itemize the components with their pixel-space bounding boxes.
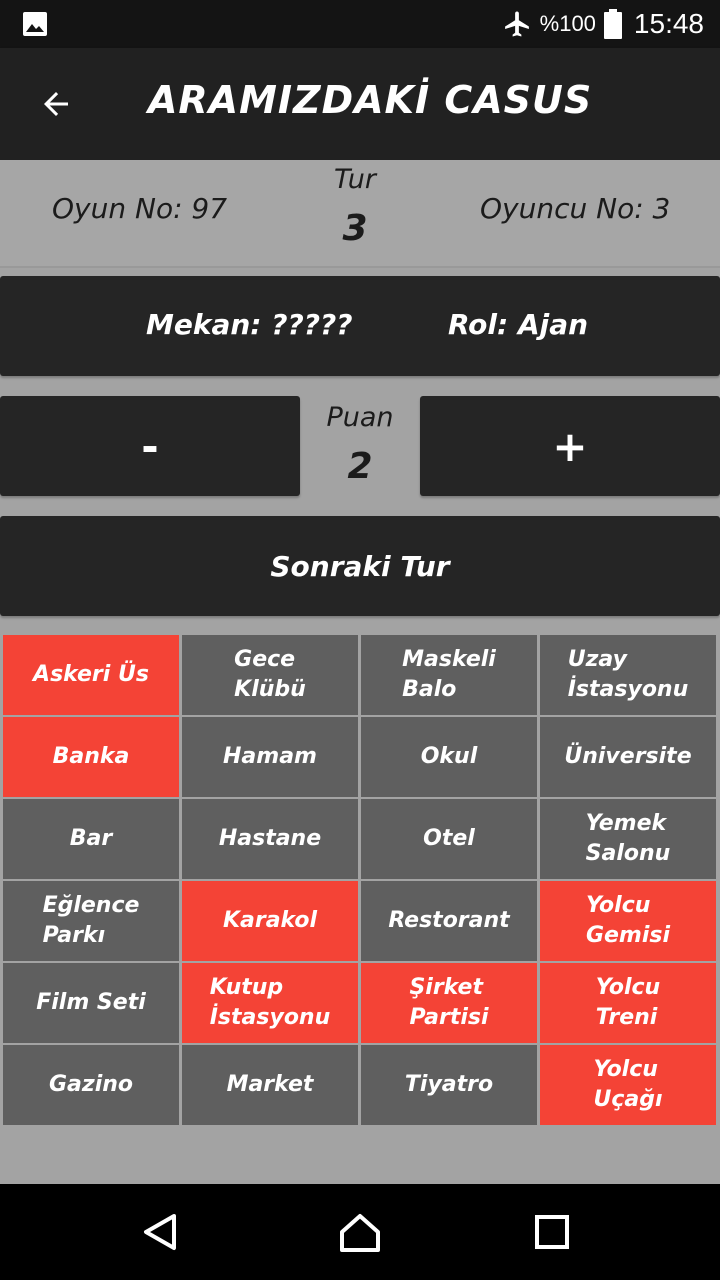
- location-cell[interactable]: Yemek Salonu: [540, 799, 716, 879]
- location-cell[interactable]: Banka: [3, 717, 179, 797]
- location-cell[interactable]: Yolcu Uçağı: [540, 1045, 716, 1125]
- game-info-row: Oyun No: 97 Tur 3 Oyuncu No: 3: [0, 160, 720, 268]
- battery-percentage: %100: [539, 11, 596, 36]
- round-value: 3: [342, 208, 368, 249]
- location-cell[interactable]: Gazino: [3, 1045, 179, 1125]
- increase-score-button[interactable]: +: [420, 396, 720, 496]
- game-number: Oyun No: 97: [52, 192, 228, 225]
- location-cell[interactable]: Eğlence Parkı: [3, 881, 179, 961]
- back-button[interactable]: [28, 76, 84, 132]
- location-label: Yolcu Gemisi: [585, 893, 671, 948]
- clock: 15:48: [633, 8, 704, 39]
- location-label: Karakol: [222, 908, 318, 933]
- location-cell[interactable]: Şirket Partisi: [361, 963, 537, 1043]
- location-cell[interactable]: Restorant: [361, 881, 537, 961]
- location-label: Bar: [69, 826, 113, 851]
- score-value: 2: [347, 446, 373, 487]
- location-cell[interactable]: Film Seti: [3, 963, 179, 1043]
- location-label: Film Seti: [36, 990, 146, 1015]
- location-cell[interactable]: Hamam: [182, 717, 358, 797]
- location-label: Banka: [52, 744, 130, 769]
- location-cell[interactable]: Uzay İstasyonu: [540, 635, 716, 715]
- location-cell[interactable]: Üniversite: [540, 717, 716, 797]
- location-cell[interactable]: Askeri Üs: [3, 635, 179, 715]
- location-cell[interactable]: Hastane: [182, 799, 358, 879]
- nav-home-icon[interactable]: [336, 1208, 384, 1256]
- nav-recents-icon[interactable]: [528, 1208, 576, 1256]
- location-label: Hamam: [223, 744, 317, 769]
- location-cell[interactable]: Gece Klübü: [182, 635, 358, 715]
- location-label: Market: [226, 1072, 314, 1097]
- role-text: Rol: Ajan: [448, 308, 589, 341]
- location-label: Şirket Partisi: [409, 975, 489, 1030]
- location-label: Yolcu Uçağı: [593, 1057, 663, 1112]
- location-grid: Askeri Üs Gece Klübü Maskeli Balo Uzay İsta…: [3, 635, 719, 1125]
- location-cell[interactable]: Karakol: [182, 881, 358, 961]
- location-cell[interactable]: Tiyatro: [361, 1045, 537, 1125]
- location-label: Gazino: [48, 1072, 134, 1097]
- location-label: Üniversite: [564, 744, 692, 769]
- arrow-back-icon: [44, 92, 68, 116]
- location-label: Eğlence Parkı: [42, 893, 140, 948]
- location-cell[interactable]: Maskeli Balo: [361, 635, 537, 715]
- location-cell[interactable]: Otel: [361, 799, 537, 879]
- location-label: Gece Klübü: [234, 647, 306, 702]
- location-text: Mekan: ?????: [146, 308, 353, 341]
- role-card: Mekan: ????? Rol: Ajan: [0, 276, 720, 376]
- location-cell[interactable]: Bar: [3, 799, 179, 879]
- next-round-button[interactable]: Sonraki Tur: [0, 516, 720, 616]
- location-label: Maskeli Balo: [402, 647, 496, 702]
- location-cell[interactable]: Kutup İstasyonu: [182, 963, 358, 1043]
- nav-back-icon[interactable]: [136, 1208, 184, 1256]
- location-label: Restorant: [388, 908, 510, 933]
- location-label: Yolcu Treni: [595, 975, 661, 1030]
- image-icon: [23, 12, 47, 36]
- location-label: Kutup İstasyonu: [209, 975, 331, 1030]
- app-bar: ARAMIZDAKİ CASUS: [0, 48, 720, 160]
- location-label: Uzay İstasyonu: [567, 647, 689, 702]
- app-title: ARAMIZDAKİ CASUS: [148, 78, 593, 122]
- battery-icon: [603, 9, 622, 39]
- location-cell[interactable]: Okul: [361, 717, 537, 797]
- location-label: Tiyatro: [404, 1072, 494, 1097]
- location-label: Okul: [420, 744, 478, 769]
- status-right: %100 15:48: [502, 0, 704, 48]
- decrease-score-button[interactable]: -: [0, 396, 300, 496]
- airplane-mode-icon: [504, 11, 529, 37]
- location-cell[interactable]: Yolcu Gemisi: [540, 881, 716, 961]
- location-label: Otel: [423, 826, 475, 851]
- round-label: Tur: [334, 164, 376, 195]
- location-label: Yemek Salonu: [585, 811, 671, 866]
- navigation-bar: [0, 1184, 720, 1280]
- status-bar: %100 15:48: [0, 0, 720, 48]
- location-cell[interactable]: Yolcu Treni: [540, 963, 716, 1043]
- location-label: Hastane: [218, 826, 322, 851]
- location-cell[interactable]: Market: [182, 1045, 358, 1125]
- player-number: Oyuncu No: 3: [480, 192, 671, 225]
- location-label: Askeri Üs: [33, 662, 149, 687]
- score-label: Puan: [326, 402, 394, 433]
